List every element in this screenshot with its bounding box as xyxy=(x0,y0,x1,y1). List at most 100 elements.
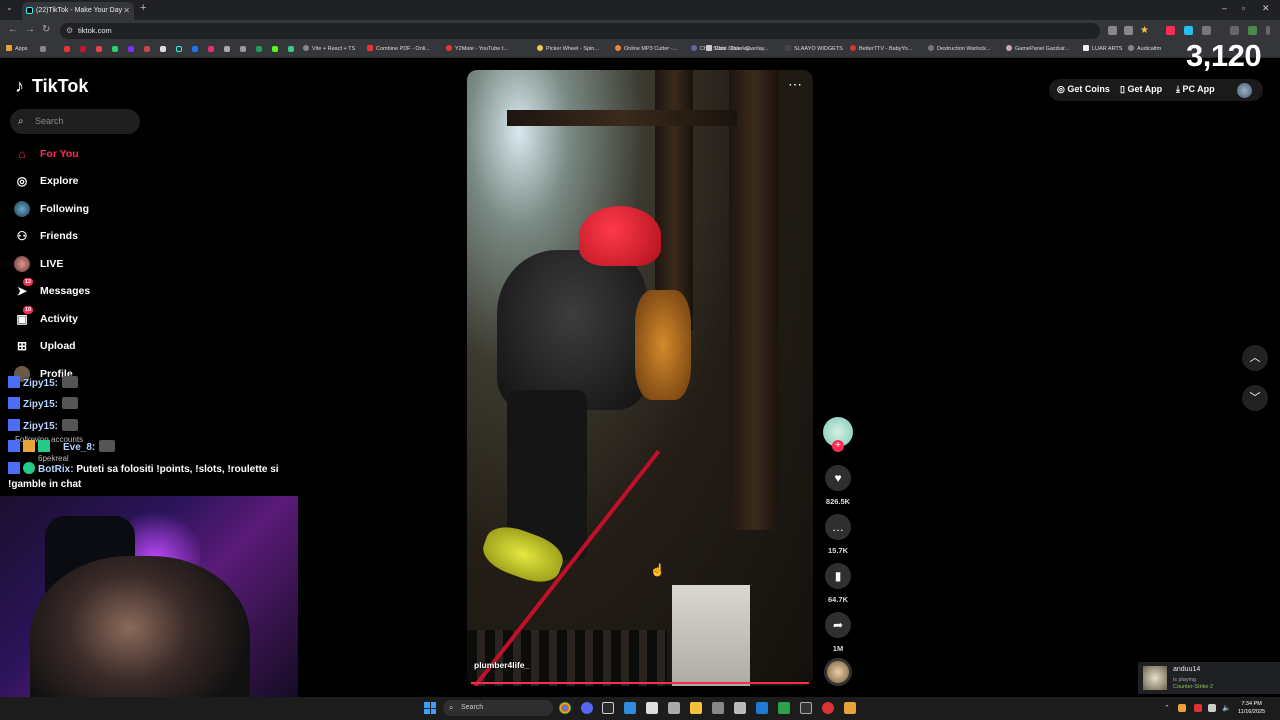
nav-following[interactable]: Following xyxy=(14,199,144,219)
bookmark-icon[interactable] xyxy=(224,46,230,52)
volume-icon[interactable]: 🔈 xyxy=(1222,704,1231,712)
youtube-icon[interactable] xyxy=(64,46,70,52)
user-avatar[interactable] xyxy=(1237,83,1252,98)
like-button[interactable]: ♥ xyxy=(825,465,851,491)
system-clock[interactable]: 7:34 PM 11/16/2025 xyxy=(1238,700,1265,716)
tray-icon[interactable] xyxy=(1194,704,1202,712)
more-options-icon[interactable]: ⋯ xyxy=(788,76,803,93)
nav-activity[interactable]: ▣ 10 Activity xyxy=(14,306,144,329)
app-icon[interactable] xyxy=(822,702,834,714)
bookmark-item[interactable]: Vite + React + TS xyxy=(303,45,355,52)
video-player[interactable]: ⋯ plumber4life_ xyxy=(467,70,813,686)
instagram-icon[interactable] xyxy=(208,46,214,52)
maximize-icon[interactable]: ▫ xyxy=(1242,3,1245,13)
nav-upload[interactable]: ⊞ Upload xyxy=(14,336,144,356)
nav-friends[interactable]: ⚇ Friends xyxy=(14,226,144,246)
next-video-button[interactable]: ﹀ xyxy=(1242,385,1268,411)
whatsapp-icon[interactable] xyxy=(112,46,118,52)
nav-live[interactable]: LIVE xyxy=(14,254,144,274)
bookmark-item[interactable]: GamePanel Gazduir... xyxy=(1006,45,1069,52)
install-app-icon[interactable] xyxy=(1124,26,1133,35)
app-icon[interactable] xyxy=(756,702,768,714)
follow-plus-icon[interactable]: + xyxy=(832,440,844,452)
video-author[interactable]: plumber4life_ xyxy=(474,660,529,670)
new-tab-icon[interactable]: + xyxy=(140,2,146,14)
bookmark-item[interactable]: SLAAYO WIDGETS xyxy=(785,45,843,52)
bookmark-icon[interactable] xyxy=(40,46,46,52)
share-button[interactable]: ➦ xyxy=(825,612,851,638)
app-icon[interactable] xyxy=(668,702,680,714)
network-icon[interactable] xyxy=(1208,704,1216,712)
discord-icon[interactable] xyxy=(581,702,593,714)
nav-messages[interactable]: ➤ 12 Messages xyxy=(14,278,144,301)
tray-icon[interactable] xyxy=(1178,704,1186,712)
bookmark-icon[interactable] xyxy=(256,46,262,52)
bookmark-item[interactable]: LUAR ARTS xyxy=(1083,45,1122,52)
bookmark-item[interactable]: Online MP3 Cutter -... xyxy=(615,45,677,52)
get-app-button[interactable]: ▯ Get App xyxy=(1120,84,1162,95)
close-tab-icon[interactable]: ✕ xyxy=(123,2,130,20)
start-windows-icon[interactable] xyxy=(424,702,436,714)
profile-icon[interactable] xyxy=(1248,26,1257,35)
nav-explore[interactable]: ◎ Explore xyxy=(14,171,144,191)
extensions-puzzle-icon[interactable] xyxy=(1202,26,1211,35)
x-icon[interactable] xyxy=(160,46,166,52)
kick-icon[interactable] xyxy=(272,46,278,52)
pc-app-button[interactable]: ⤓ PC App xyxy=(1176,84,1215,95)
bookmark-item[interactable]: Y2Mate - YouTube t... xyxy=(446,45,508,52)
steam-icon[interactable] xyxy=(602,702,614,714)
chrome-icon[interactable] xyxy=(559,702,571,714)
video-progress-bar[interactable] xyxy=(471,682,809,684)
extension-icon[interactable] xyxy=(1184,26,1193,35)
tiktok-icon[interactable] xyxy=(176,46,182,52)
browser-tab[interactable]: (22)TikTok - Make Your Day ✕ xyxy=(22,2,134,20)
xbox-icon[interactable] xyxy=(778,702,790,714)
menu-icon[interactable] xyxy=(1266,26,1270,35)
tray-chevron-icon[interactable]: ⌃ xyxy=(1164,704,1170,712)
bookmark-item[interactable]: Picker Wheel - Spin... xyxy=(537,45,599,52)
profile-icon[interactable] xyxy=(1230,26,1239,35)
bookmark-star-icon[interactable]: ★ xyxy=(1140,26,1149,36)
bookmark-item[interactable]: BetterTTV - BabyYo... xyxy=(850,45,912,52)
tab-search-icon[interactable]: ⌄ xyxy=(6,3,13,12)
vscode-icon[interactable] xyxy=(624,702,636,714)
bookmark-item[interactable]: Chat Stats - Overlay... xyxy=(706,45,769,52)
address-bar[interactable]: ⚙ tiktok.com xyxy=(60,23,1100,39)
bookmark-icon[interactable] xyxy=(288,46,294,52)
zoom-icon[interactable] xyxy=(1108,26,1117,35)
taskbar-search[interactable]: ⌕ Search xyxy=(443,700,553,716)
comment-button[interactable]: … xyxy=(825,514,851,540)
previous-video-button[interactable]: ︿ xyxy=(1242,345,1268,371)
app-icon[interactable] xyxy=(646,702,658,714)
back-icon[interactable]: ← xyxy=(8,24,18,35)
steam-notification[interactable]: anduu14 is playing Counter-Strike 2 xyxy=(1138,662,1280,694)
bookmark-item[interactable]: Combine PDF - Onli... xyxy=(367,45,430,52)
facebook-icon[interactable] xyxy=(192,46,198,52)
app-icon[interactable] xyxy=(712,702,724,714)
twitch-icon[interactable] xyxy=(128,46,134,52)
file-explorer-icon[interactable] xyxy=(690,702,702,714)
bookmark-icon[interactable] xyxy=(240,46,246,52)
extension-icon[interactable] xyxy=(1166,26,1175,35)
app-icon[interactable] xyxy=(844,702,856,714)
close-window-icon[interactable]: ✕ xyxy=(1262,3,1270,14)
tiktok-logo[interactable]: ♪ TikTok xyxy=(15,76,88,97)
forward-icon[interactable]: → xyxy=(25,24,35,35)
reload-icon[interactable]: ↻ xyxy=(42,24,50,35)
bookmark-apps[interactable]: Apps xyxy=(6,45,28,52)
clock-time: 7:34 PM xyxy=(1241,701,1262,707)
bookmark-icon[interactable] xyxy=(96,46,102,52)
site-info-icon[interactable]: ⚙ xyxy=(66,23,73,39)
bookmark-item[interactable]: Destruction Warlock... xyxy=(928,45,991,52)
obs-icon[interactable] xyxy=(800,702,812,714)
bookmark-item[interactable]: Audicaltm xyxy=(1128,45,1161,52)
minimize-icon[interactable]: – xyxy=(1222,3,1227,13)
music-disc[interactable] xyxy=(824,658,852,686)
app-icon[interactable] xyxy=(734,702,746,714)
nav-for-you[interactable]: ⌂ For You xyxy=(14,144,144,164)
save-button[interactable]: ▮ xyxy=(825,563,851,589)
search-input[interactable]: ⌕ Search xyxy=(10,109,140,134)
bookmark-icon[interactable] xyxy=(80,46,86,52)
get-coins-button[interactable]: ◎ Get Coins xyxy=(1057,84,1110,95)
gmail-icon[interactable] xyxy=(144,46,150,52)
